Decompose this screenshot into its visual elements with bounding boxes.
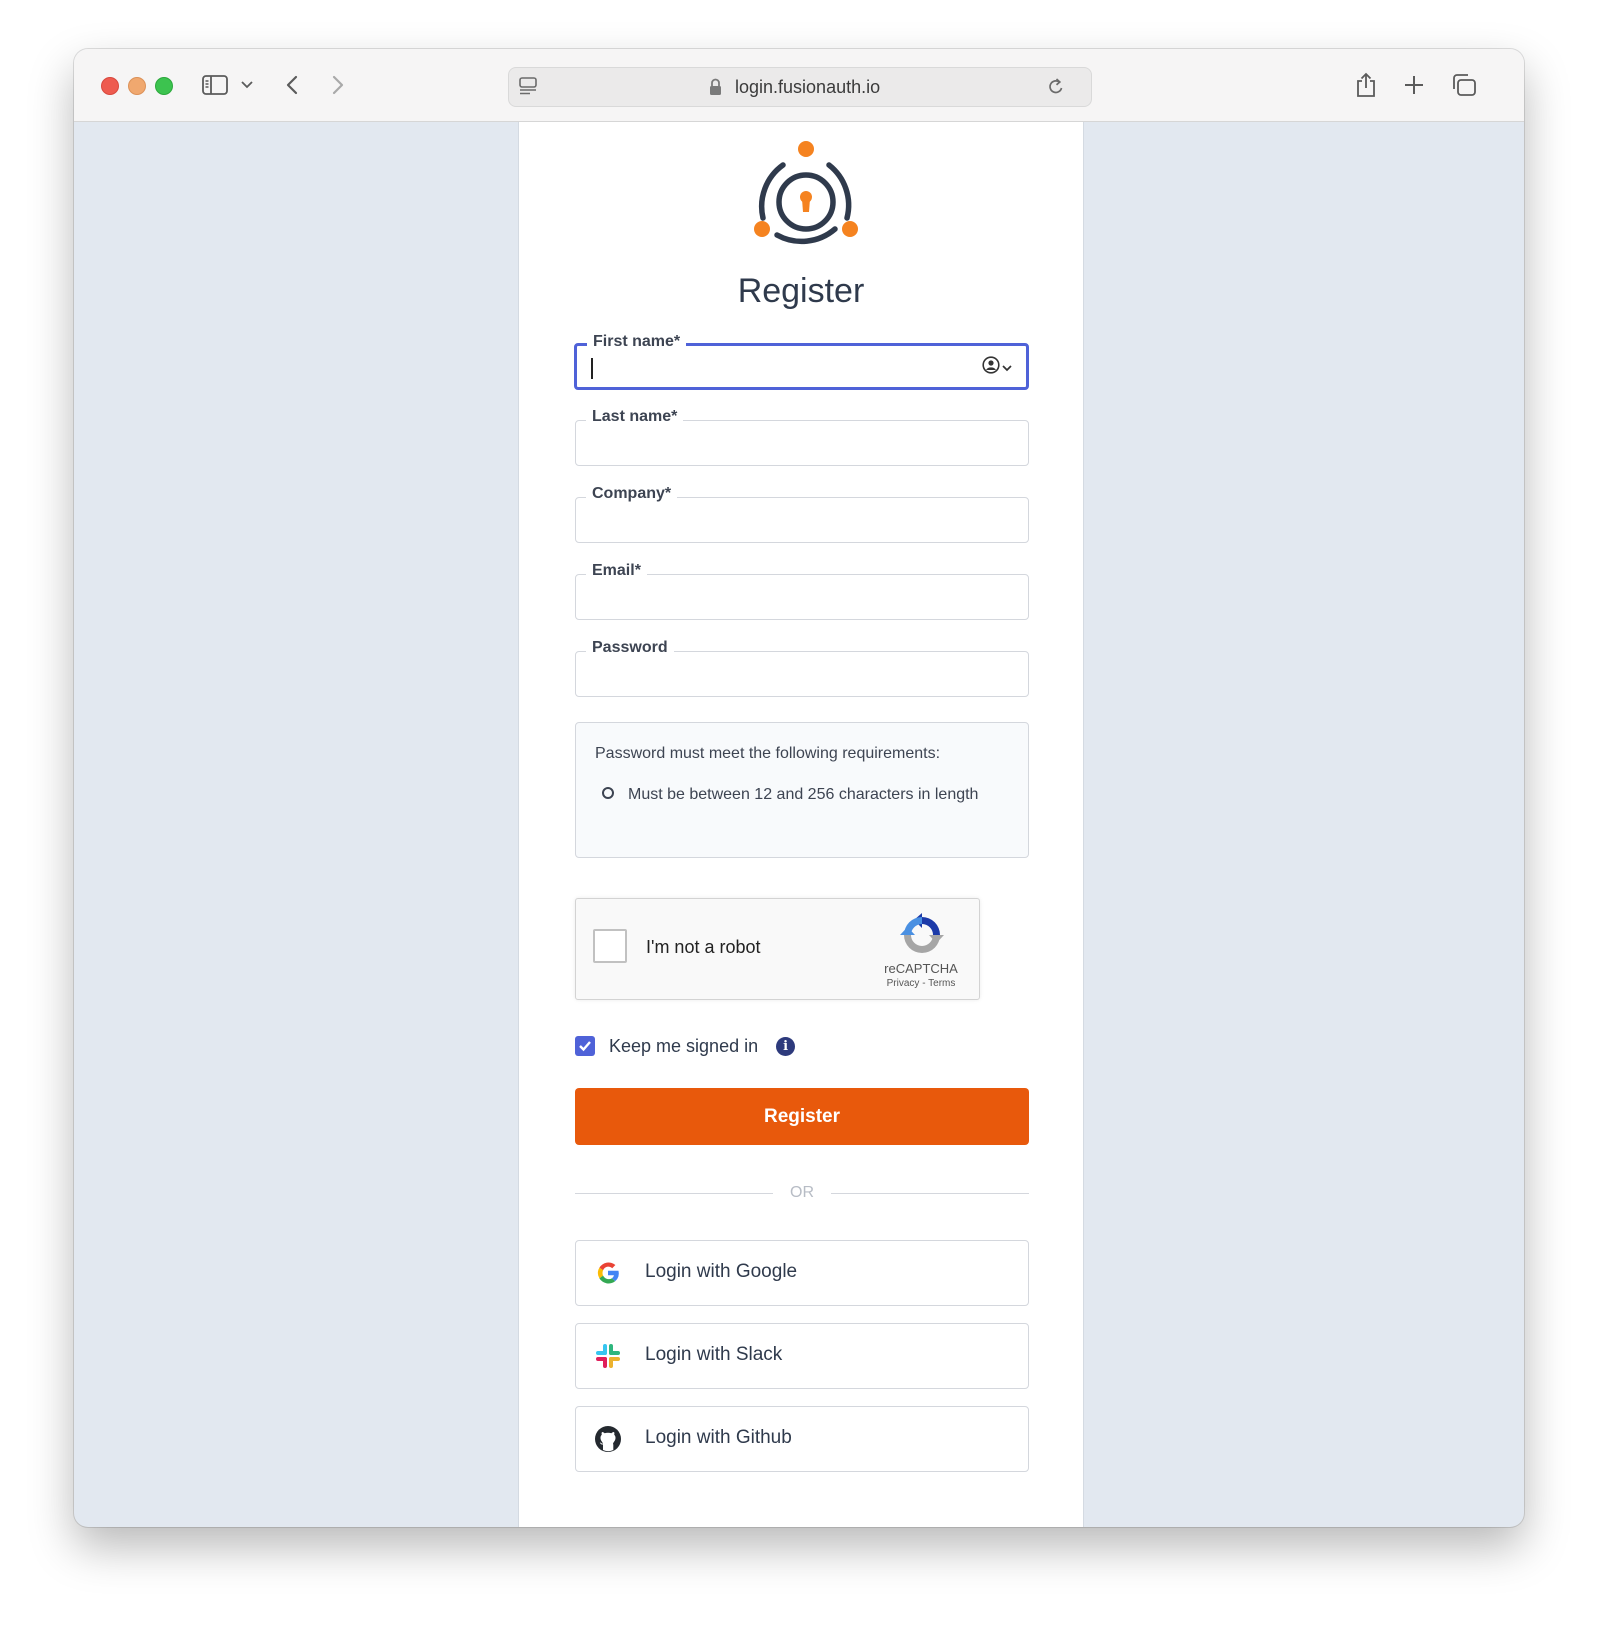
slack-icon <box>594 1342 622 1370</box>
back-arrow-icon[interactable] <box>282 69 302 101</box>
password-requirement-item: Must be between 12 and 256 characters in… <box>602 783 1002 807</box>
last-name-label: Last name* <box>586 408 684 426</box>
recaptcha-logo-icon <box>900 913 944 957</box>
tab-overview-icon[interactable] <box>1450 69 1478 101</box>
password-field[interactable]: Password <box>575 639 1029 697</box>
browser-toolbar: login.fusionauth.io <box>74 49 1524 122</box>
or-text: OR <box>790 1184 814 1201</box>
first-name-input[interactable] <box>591 354 955 382</box>
email-input[interactable] <box>590 583 954 611</box>
first-name-label: First name* <box>587 333 687 351</box>
reload-icon[interactable] <box>1047 77 1065 102</box>
password-label: Password <box>586 639 674 657</box>
last-name-field[interactable]: Last name* <box>575 408 1029 466</box>
checkmark-icon <box>579 1041 591 1052</box>
new-tab-icon[interactable] <box>1402 69 1426 101</box>
password-requirement-text: Must be between 12 and 256 characters in… <box>628 786 979 803</box>
github-icon <box>594 1425 622 1453</box>
fusionauth-logo <box>747 132 867 257</box>
recaptcha-privacy-terms[interactable]: Privacy - Terms <box>872 978 970 989</box>
password-requirements: Password must meet the following require… <box>575 722 1029 858</box>
chevron-down-icon[interactable] <box>240 69 254 101</box>
login-with-slack-button[interactable]: Login with Slack <box>575 1323 1029 1389</box>
login-with-github-button[interactable]: Login with Github <box>575 1406 1029 1472</box>
lock-icon <box>709 78 722 101</box>
maximize-window-button[interactable] <box>155 77 173 95</box>
first-name-field[interactable]: First name* <box>574 333 1029 390</box>
autofill-contact-button[interactable] <box>982 356 1012 379</box>
circle-icon <box>602 787 614 799</box>
keep-signed-in-checkbox[interactable] <box>575 1036 595 1056</box>
page-menu-icon[interactable] <box>519 77 537 100</box>
share-icon[interactable] <box>1354 69 1378 101</box>
login-with-google-button[interactable]: Login with Google <box>575 1240 1029 1306</box>
company-label: Company* <box>586 485 678 503</box>
recaptcha-label: I'm not a robot <box>646 937 761 957</box>
email-label: Email* <box>586 562 647 580</box>
page-viewport: Register First name* Last name* Company*… <box>74 122 1524 1527</box>
address-bar[interactable]: login.fusionauth.io <box>508 67 1092 107</box>
register-button[interactable]: Register <box>575 1088 1029 1145</box>
login-with-slack-label: Login with Slack <box>645 1344 783 1365</box>
login-with-google-label: Login with Google <box>645 1261 798 1282</box>
page-title: Register <box>737 272 865 310</box>
email-field[interactable]: Email* <box>575 562 1029 620</box>
keep-signed-in: Keep me signed in i <box>575 1034 796 1058</box>
or-divider: OR <box>575 1182 1029 1206</box>
company-field[interactable]: Company* <box>575 485 1029 543</box>
recaptcha-widget: I'm not a robot reCAPTCHA Privacy - Term… <box>575 898 980 1000</box>
registration-panel: Register First name* Last name* Company*… <box>518 122 1084 1527</box>
recaptcha-brand: reCAPTCHA <box>884 961 958 976</box>
password-requirements-title: Password must meet the following require… <box>595 745 941 762</box>
browser-window: login.fusionauth.io Register First name*… <box>74 49 1524 1527</box>
info-icon[interactable]: i <box>776 1036 796 1056</box>
company-input[interactable] <box>590 506 954 534</box>
minimize-window-button[interactable] <box>128 77 146 95</box>
login-with-github-label: Login with Github <box>645 1427 792 1448</box>
google-icon <box>594 1259 622 1287</box>
forward-arrow-icon[interactable] <box>328 69 348 101</box>
text-cursor <box>591 358 593 379</box>
last-name-input[interactable] <box>590 429 954 457</box>
url-text: login.fusionauth.io <box>735 77 881 97</box>
recaptcha-checkbox[interactable] <box>593 929 627 963</box>
sidebar-toggle-icon[interactable] <box>200 69 230 101</box>
chevron-down-icon <box>1002 359 1012 377</box>
keep-signed-in-label: Keep me signed in <box>609 1035 759 1056</box>
contact-card-icon <box>982 356 1000 379</box>
close-window-button[interactable] <box>101 77 119 95</box>
password-input[interactable] <box>590 660 954 688</box>
